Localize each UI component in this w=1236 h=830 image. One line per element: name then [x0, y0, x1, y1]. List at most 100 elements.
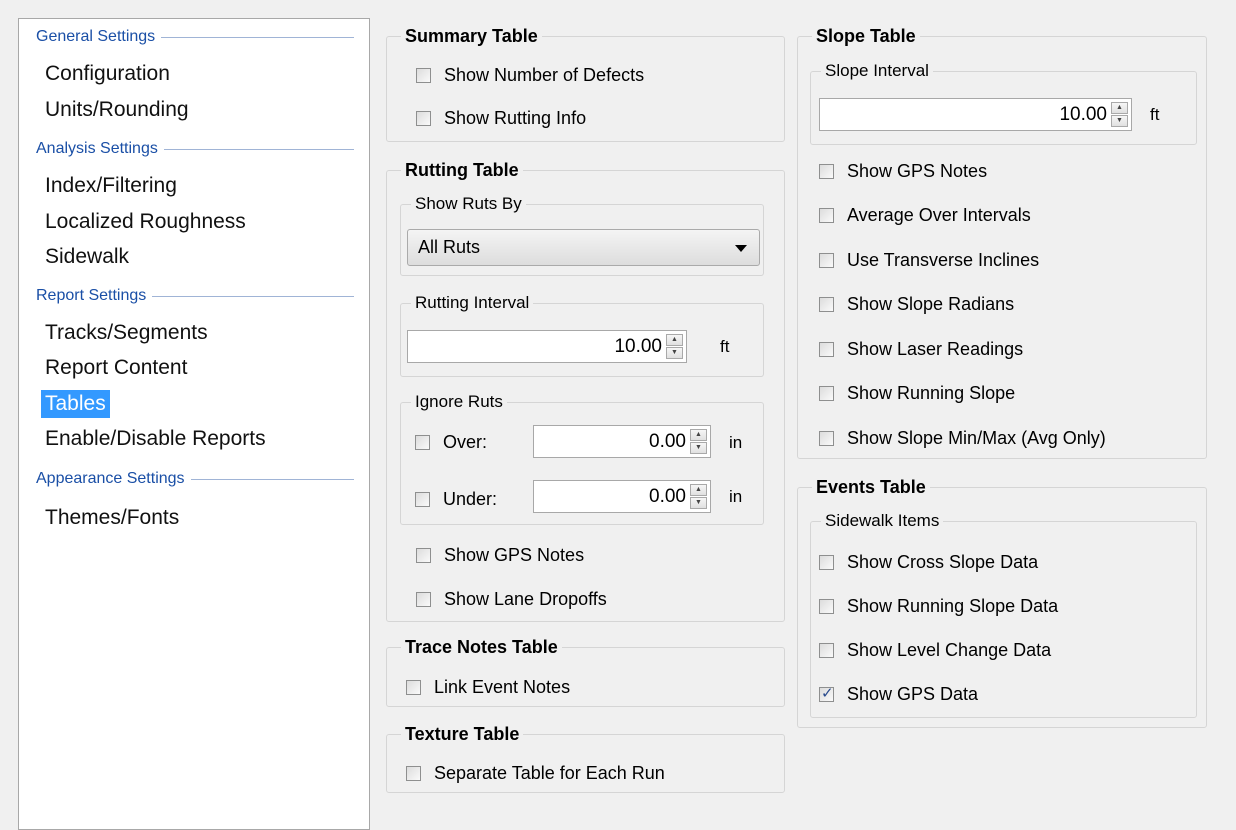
checkbox-box[interactable]	[416, 547, 431, 563]
texture-table-title: Texture Table	[401, 722, 524, 746]
checkbox-label: Show Rutting Info	[444, 107, 587, 128]
summary-table-group: Summary Table Show Number of Defects Sho…	[386, 24, 785, 142]
average-over-intervals-checkbox[interactable]: Average Over Intervals	[819, 204, 1031, 228]
checkbox-box[interactable]	[416, 110, 431, 126]
spinner-value: 0.00	[649, 485, 686, 507]
checkbox-label: Show Running Slope	[847, 383, 1016, 403]
show-ruts-by-dropdown[interactable]: All Ruts	[407, 229, 760, 266]
checkbox-box[interactable]	[406, 679, 421, 695]
separate-table-each-run-checkbox[interactable]: Separate Table for Each Run	[406, 761, 665, 785]
nav-item-localized-roughness[interactable]: Localized Roughness	[41, 208, 250, 236]
checkbox-box[interactable]	[819, 341, 834, 357]
checkbox-label: Link Event Notes	[434, 676, 571, 697]
spinner-buttons: ▲ ▼	[666, 334, 683, 359]
show-cross-slope-data-checkbox[interactable]: Show Cross Slope Data	[819, 550, 1038, 574]
rutting-interval-spinner[interactable]: 10.00 ▲ ▼	[407, 330, 687, 363]
checkbox-box[interactable]	[819, 386, 834, 401]
trace-notes-table-title: Trace Notes Table	[401, 635, 562, 659]
checkbox-label: Separate Table for Each Run	[434, 762, 665, 783]
spin-up-icon[interactable]: ▲	[1111, 102, 1128, 114]
checkbox-box[interactable]	[819, 554, 834, 570]
checkbox-box[interactable]	[819, 208, 834, 223]
ignore-over-unit: in	[729, 433, 743, 452]
ignore-under-checkbox[interactable]: Under:	[415, 487, 497, 511]
checkbox-box[interactable]	[415, 434, 430, 450]
checkbox-label: Under:	[443, 488, 498, 509]
sidewalk-items-title: Sidewalk Items	[821, 510, 944, 532]
checkbox-label: Show Slope Radians	[847, 294, 1015, 314]
checkbox-label: Use Transverse Inclines	[847, 249, 1040, 270]
spin-down-icon[interactable]: ▼	[666, 347, 683, 359]
nav-item-themes-fonts[interactable]: Themes/Fonts	[41, 504, 183, 532]
use-transverse-inclines-checkbox[interactable]: Use Transverse Inclines	[819, 248, 1039, 272]
show-slope-min-max-avg-only-checkbox[interactable]: Show Slope Min/Max (Avg Only)	[819, 426, 1106, 450]
checkbox-box[interactable]	[819, 163, 834, 179]
settings-nav-panel: General Settings Configuration Units/Rou…	[18, 18, 370, 830]
show-slope-radians-checkbox[interactable]: Show Slope Radians	[819, 293, 1014, 317]
slope-table-title: Slope Table	[812, 24, 920, 48]
checkbox-label: Show Laser Readings	[847, 338, 1024, 359]
spinner-value: 0.00	[649, 430, 686, 452]
checkbox-box[interactable]: ✓	[819, 684, 834, 702]
checkbox-label: Show GPS Notes	[847, 160, 988, 181]
rutting-interval-unit: ft	[720, 337, 730, 356]
spin-up-icon[interactable]: ▲	[690, 484, 707, 496]
show-number-of-defects-checkbox[interactable]: Show Number of Defects	[416, 63, 644, 87]
sidewalk-items-group: Sidewalk Items Show Cross Slope Data Show…	[810, 510, 1197, 718]
show-running-slope-data-checkbox[interactable]: Show Running Slope Data	[819, 594, 1058, 618]
nav-item-index-filtering[interactable]: Index/Filtering	[41, 172, 181, 200]
show-running-slope-checkbox[interactable]: Show Running Slope	[819, 382, 1015, 406]
rutting-show-gps-notes-checkbox[interactable]: Show GPS Notes	[416, 543, 584, 567]
dropdown-value: All Ruts	[418, 237, 481, 257]
checkbox-box[interactable]	[819, 598, 834, 614]
check-mark-icon: ✓	[821, 684, 834, 702]
checkbox-box[interactable]	[819, 297, 834, 312]
checkbox-box[interactable]	[819, 642, 834, 658]
checkbox-label: Average Over Intervals	[847, 205, 1031, 225]
nav-item-configuration[interactable]: Configuration	[41, 60, 174, 88]
spin-down-icon[interactable]: ▼	[690, 442, 707, 454]
checkbox-label: Show Lane Dropoffs	[444, 588, 607, 609]
nav-item-report-content[interactable]: Report Content	[41, 354, 191, 382]
checkbox-label: Show GPS Notes	[444, 544, 585, 565]
spinner-buttons: ▲ ▼	[690, 429, 707, 454]
spin-up-icon[interactable]: ▲	[666, 334, 683, 346]
show-level-change-data-checkbox[interactable]: Show Level Change Data	[819, 638, 1051, 662]
nav-item-tables[interactable]: Tables	[41, 390, 110, 418]
ignore-under-unit: in	[729, 487, 743, 506]
texture-table-group: Texture Table Separate Table for Each Ru…	[386, 722, 785, 793]
checkbox-box[interactable]	[819, 252, 834, 268]
events-table-group: Events Table Sidewalk Items Show Cross S…	[797, 475, 1207, 728]
checkbox-label: Show Cross Slope Data	[847, 551, 1039, 572]
nav-item-enable-disable-reports[interactable]: Enable/Disable Reports	[41, 425, 270, 453]
slope-interval-group: Slope Interval 10.00 ▲ ▼ ft	[810, 60, 1197, 145]
spinner-buttons: ▲ ▼	[690, 484, 707, 509]
ignore-under-spinner[interactable]: 0.00 ▲ ▼	[533, 480, 711, 513]
rutting-table-group: Rutting Table Show Ruts By All Ruts Rutt…	[386, 158, 785, 622]
spin-down-icon[interactable]: ▼	[690, 497, 707, 509]
ignore-over-checkbox[interactable]: Over:	[415, 430, 487, 454]
show-gps-data-checkbox[interactable]: ✓ Show GPS Data	[819, 682, 978, 706]
show-rutting-info-checkbox[interactable]: Show Rutting Info	[416, 106, 586, 130]
checkbox-box[interactable]	[416, 591, 431, 607]
slope-interval-spinner[interactable]: 10.00 ▲ ▼	[819, 98, 1132, 131]
checkbox-box[interactable]	[406, 765, 421, 781]
nav-item-units-rounding[interactable]: Units/Rounding	[41, 96, 193, 124]
show-gps-notes-checkbox[interactable]: Show GPS Notes	[819, 159, 987, 183]
checkbox-box[interactable]	[416, 67, 431, 83]
show-ruts-by-group: Show Ruts By All Ruts	[400, 193, 764, 276]
slope-interval-unit: ft	[1150, 105, 1160, 124]
show-lane-dropoffs-checkbox[interactable]: Show Lane Dropoffs	[416, 587, 607, 611]
link-event-notes-checkbox[interactable]: Link Event Notes	[406, 675, 570, 699]
nav-item-tracks-segments[interactable]: Tracks/Segments	[41, 319, 212, 347]
nav-item-sidewalk[interactable]: Sidewalk	[41, 243, 133, 271]
checkbox-box[interactable]	[415, 491, 430, 507]
spin-up-icon[interactable]: ▲	[690, 429, 707, 441]
checkbox-box[interactable]	[819, 430, 834, 446]
slope-table-group: Slope Table Slope Interval 10.00 ▲ ▼ ft …	[797, 24, 1207, 459]
show-laser-readings-checkbox[interactable]: Show Laser Readings	[819, 337, 1023, 361]
spin-down-icon[interactable]: ▼	[1111, 115, 1128, 127]
ignore-over-spinner[interactable]: 0.00 ▲ ▼	[533, 425, 711, 458]
checkbox-label: Over:	[443, 431, 488, 452]
trace-notes-table-group: Trace Notes Table Link Event Notes	[386, 635, 785, 707]
